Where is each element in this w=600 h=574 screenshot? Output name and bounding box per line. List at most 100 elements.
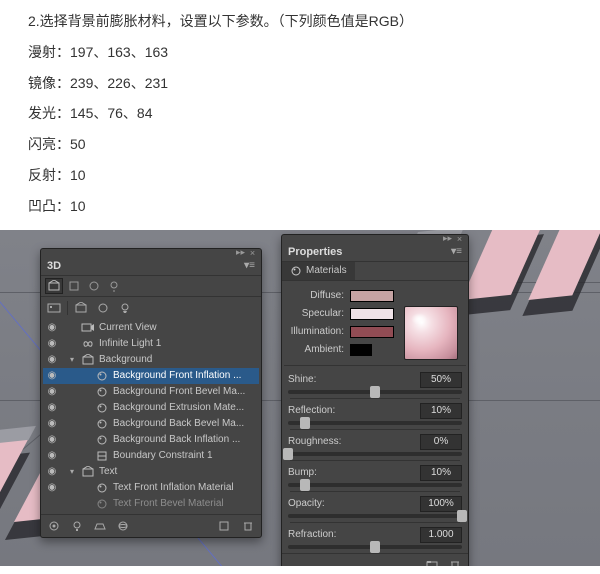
plane-icon[interactable] (91, 518, 109, 534)
trash-icon[interactable] (239, 518, 257, 534)
tree-row[interactable]: ◉Background Back Bevel Ma... (43, 416, 259, 432)
close-icon[interactable]: × (248, 248, 257, 257)
visibility-toggle-icon[interactable]: ◉ (45, 402, 59, 413)
folder-icon[interactable] (423, 557, 441, 566)
slider-label: Refraction: (288, 529, 344, 540)
render-icon[interactable] (45, 518, 63, 534)
tree-row[interactable]: Text Front Bevel Material (43, 496, 259, 512)
tab-scene[interactable] (45, 278, 63, 294)
trash-icon[interactable] (446, 557, 464, 566)
visibility-toggle-icon[interactable]: ◉ (45, 322, 59, 333)
panel-grip[interactable]: ▸▸ × (282, 235, 468, 243)
visibility-toggle-icon[interactable]: ◉ (45, 354, 59, 365)
slider-shine[interactable] (288, 390, 462, 394)
mesh-icon (81, 466, 95, 478)
instruction-line: 漫射：197、163、163 (28, 37, 588, 68)
material-preview[interactable] (404, 306, 458, 360)
visibility-toggle-icon[interactable]: ◉ (45, 370, 59, 381)
slider-thumb[interactable] (300, 417, 310, 429)
slider-label: Bump: (288, 467, 344, 478)
filter-tabs (41, 276, 261, 297)
visibility-toggle-icon[interactable]: ◉ (45, 450, 59, 461)
slider-row: Opacity:100% (288, 496, 462, 518)
divider (290, 522, 460, 523)
divider (290, 429, 460, 430)
tree-row[interactable]: ◉ Infinite Light 1 (43, 336, 259, 352)
divider (284, 365, 466, 366)
3d-viewport[interactable]: ▸▸ × 3D ▾≡ ◉Current View◉Infinite Light … (0, 230, 600, 566)
tab-light[interactable] (105, 278, 123, 294)
panel-menu-icon[interactable]: ▾≡ (451, 246, 462, 257)
specular-swatch[interactable] (350, 308, 394, 320)
diffuse-swatch[interactable] (350, 290, 394, 302)
instruction-line: 发光：145、76、84 (28, 98, 588, 129)
tree-label: Infinite Light 1 (99, 338, 257, 349)
tab-mesh[interactable] (65, 278, 83, 294)
tab-materials[interactable]: Materials (282, 262, 355, 280)
divider (290, 398, 460, 399)
mesh-icon[interactable] (72, 300, 90, 316)
slider-bump[interactable] (288, 483, 462, 487)
visibility-toggle-icon[interactable]: ◉ (45, 434, 59, 445)
tree-row[interactable]: ◉▾Background (43, 352, 259, 368)
light-icon[interactable] (116, 300, 134, 316)
visibility-toggle-icon[interactable]: ◉ (45, 386, 59, 397)
slider-value[interactable]: 10% (420, 465, 462, 481)
visibility-toggle-icon[interactable]: ◉ (45, 466, 59, 477)
collapse-icon[interactable]: ▸▸ (236, 248, 245, 257)
slider-label: Reflection: (288, 405, 344, 416)
separator (67, 301, 68, 315)
constraint-icon (95, 450, 109, 462)
new-layer-icon[interactable] (216, 518, 234, 534)
ambient-swatch[interactable] (350, 344, 372, 356)
slider-label: Roughness: (288, 436, 344, 447)
disclosure-triangle-icon[interactable]: ▾ (67, 467, 77, 476)
material-icon (95, 386, 109, 398)
slider-value[interactable]: 100% (420, 496, 462, 512)
slider-thumb[interactable] (457, 510, 467, 522)
slider-value[interactable]: 50% (420, 372, 462, 388)
tree-label: Text Front Inflation Material (113, 482, 257, 493)
slider-opacity[interactable] (288, 514, 462, 518)
visibility-toggle-icon[interactable]: ◉ (45, 418, 59, 429)
panel-title: Properties (288, 246, 342, 258)
instruction-title: 2.选择背景前膨胀材料，设置以下参数。（下列颜色值是RGB） (28, 6, 588, 37)
tree-row[interactable]: ◉Current View (43, 320, 259, 336)
tree-row[interactable]: ◉ Text Front Inflation Material (43, 480, 259, 496)
tree-row[interactable]: ◉ Background Front Inflation ... (43, 368, 259, 384)
sphere-icon[interactable] (114, 518, 132, 534)
slider-roughness[interactable] (288, 452, 462, 456)
tree-label: Background Front Inflation ... (113, 370, 257, 381)
light-bulb-icon[interactable] (68, 518, 86, 534)
collapse-icon[interactable]: ▸▸ (443, 234, 452, 243)
panel-grip[interactable]: ▸▸ × (41, 249, 261, 257)
tree-row[interactable]: ◉Background Back Inflation ... (43, 432, 259, 448)
slider-thumb[interactable] (300, 479, 310, 491)
close-icon[interactable]: × (455, 234, 464, 243)
slider-value[interactable]: 1.000 (420, 527, 462, 543)
illumination-swatch[interactable] (350, 326, 394, 338)
instruction-line: 镜像：239、226、231 (28, 68, 588, 99)
tree-row[interactable]: ◉ Background Front Bevel Ma... (43, 384, 259, 400)
visibility-toggle-icon[interactable]: ◉ (45, 482, 59, 493)
slider-thumb[interactable] (283, 448, 293, 460)
tab-material[interactable] (85, 278, 103, 294)
slider-refraction[interactable] (288, 545, 462, 549)
panel-menu-icon[interactable]: ▾≡ (244, 260, 255, 271)
slider-thumb[interactable] (370, 386, 380, 398)
slider-value[interactable]: 10% (420, 403, 462, 419)
scene-icon[interactable] (45, 300, 63, 316)
tree-row[interactable]: ◉▾Text (43, 464, 259, 480)
slider-reflection[interactable] (288, 421, 462, 425)
disclosure-triangle-icon[interactable]: ▾ (67, 355, 77, 364)
material-icon[interactable] (94, 300, 112, 316)
tree-row[interactable]: ◉Boundary Constraint 1 (43, 448, 259, 464)
tree-label: Background Front Bevel Ma... (113, 386, 257, 397)
slider-thumb[interactable] (370, 541, 380, 553)
material-icon (95, 434, 109, 446)
slider-row: Refraction: 1.000 (288, 527, 462, 549)
visibility-toggle-icon[interactable]: ◉ (45, 338, 59, 349)
tree-row[interactable]: ◉Background Extrusion Mate... (43, 400, 259, 416)
slider-value[interactable]: 0% (420, 434, 462, 450)
tab-label: Materials (306, 265, 347, 276)
